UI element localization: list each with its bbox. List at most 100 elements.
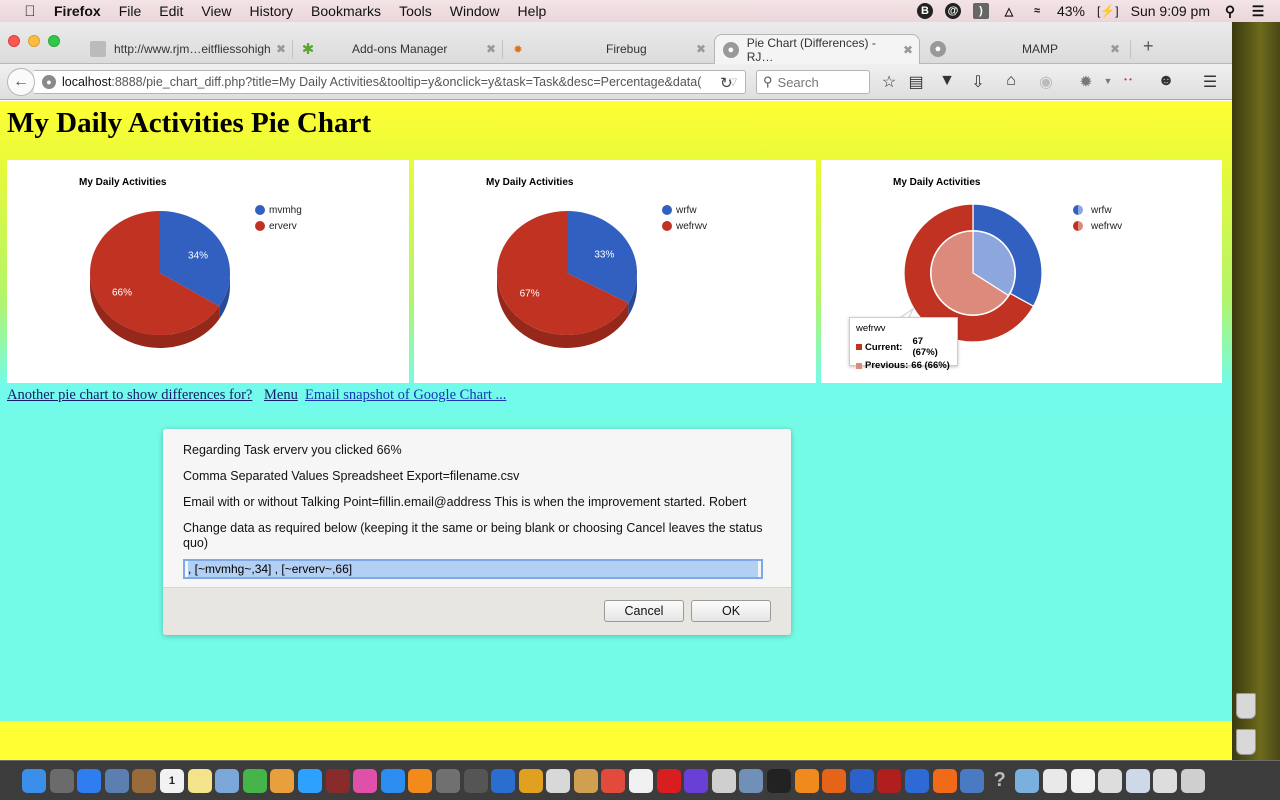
menu-file[interactable]: File bbox=[119, 3, 142, 19]
dock-unknown-icon[interactable] bbox=[573, 768, 598, 793]
legend-item[interactable]: erverv bbox=[255, 218, 302, 234]
legend-item[interactable]: wrfw bbox=[1073, 202, 1122, 218]
dock-launchpad-icon[interactable] bbox=[49, 768, 74, 793]
dock-notes-icon[interactable] bbox=[187, 768, 212, 793]
pie-chart-2-svg[interactable]: 33% 67% bbox=[414, 160, 816, 383]
wifi-icon[interactable]: ≈ bbox=[1029, 3, 1045, 19]
site-identity-icon[interactable]: ● bbox=[42, 75, 56, 89]
dock-imovie-icon[interactable] bbox=[684, 768, 709, 793]
dock-document-icon[interactable] bbox=[1070, 768, 1095, 793]
tab-rjm[interactable]: http://www.rjm…eitfliessohigh ✖ bbox=[90, 34, 286, 64]
minimize-window-button[interactable] bbox=[28, 35, 40, 47]
downloads-icon[interactable]: ⇩ bbox=[967, 72, 989, 92]
menu-app-firefox[interactable]: Firefox bbox=[54, 3, 101, 19]
bookmarks-menu-icon[interactable]: ▤ bbox=[905, 72, 927, 92]
dialog-data-input[interactable] bbox=[183, 559, 763, 579]
dock-itunes-icon[interactable] bbox=[353, 768, 378, 793]
tab-pie-chart-differences[interactable]: ● Pie Chart (Differences) - RJ… ✖ bbox=[714, 34, 920, 64]
dock-wiki-icon[interactable] bbox=[518, 768, 543, 793]
url-bar[interactable]: ● localhost:8888/pie_chart_diff.php?titl… bbox=[34, 70, 746, 94]
dock-opera-icon[interactable] bbox=[656, 768, 681, 793]
dock-preview-icon[interactable] bbox=[215, 768, 240, 793]
dock-app-store-icon[interactable] bbox=[380, 768, 405, 793]
apple-menu-icon[interactable]:  bbox=[20, 3, 40, 20]
notification-center-icon[interactable]: ☰ bbox=[1250, 3, 1266, 19]
dock-photo-booth-icon[interactable] bbox=[325, 768, 350, 793]
dock-finder-icon[interactable] bbox=[22, 768, 46, 793]
dock-textedit-icon[interactable] bbox=[629, 768, 654, 793]
hamburger-menu-icon[interactable]: ☰ bbox=[1199, 72, 1221, 92]
dock-avast-icon[interactable] bbox=[794, 768, 819, 793]
menu-history[interactable]: History bbox=[249, 3, 293, 19]
menu-view[interactable]: View bbox=[201, 3, 231, 19]
bluefish-status-icon[interactable]: B bbox=[916, 3, 933, 19]
pie-chart-1[interactable]: My Daily Activities 34% 66% mvmhg erverv bbox=[7, 160, 409, 383]
dock-screenshot-icon[interactable] bbox=[711, 768, 736, 793]
email-snapshot-link[interactable]: Email snapshot of Google Chart ... bbox=[305, 387, 506, 404]
bookmark-star-icon[interactable]: ☆ bbox=[878, 72, 900, 92]
close-tab-icon[interactable]: ✖ bbox=[486, 42, 496, 56]
dock-image-capture-icon[interactable] bbox=[739, 768, 764, 793]
dock-folder-icon[interactable] bbox=[1153, 768, 1178, 793]
dock-remote-desktop-icon[interactable] bbox=[960, 768, 985, 793]
legend-item[interactable]: wefrwv bbox=[1073, 218, 1122, 234]
close-tab-icon[interactable]: ✖ bbox=[903, 43, 913, 57]
dock-calendar-icon[interactable]: 1 bbox=[159, 768, 184, 793]
dock-chrome-icon[interactable] bbox=[601, 768, 626, 793]
tab-firebug[interactable]: ✹ Firebug ✖ bbox=[510, 34, 706, 64]
back-button[interactable]: ← bbox=[7, 68, 35, 96]
menu-tools[interactable]: Tools bbox=[399, 3, 432, 19]
legend-item[interactable]: wrfw bbox=[662, 202, 707, 218]
dock-trash-icon[interactable] bbox=[1180, 768, 1205, 793]
sync-icon[interactable]: ◉ bbox=[1035, 72, 1057, 92]
chat-icon[interactable]: ☻ bbox=[1155, 72, 1177, 90]
menu-link[interactable]: Menu bbox=[264, 387, 298, 404]
desktop-trash-icon[interactable] bbox=[1236, 693, 1256, 719]
spotlight-search-icon[interactable]: ⚲ bbox=[1222, 3, 1238, 19]
new-tab-button[interactable]: + bbox=[1143, 36, 1154, 57]
legend-item[interactable]: mvmhg bbox=[255, 202, 302, 218]
dock-script-editor-icon[interactable] bbox=[1042, 768, 1067, 793]
clock[interactable]: Sun 9:09 pm bbox=[1131, 3, 1210, 19]
pocket-icon[interactable]: ▼ bbox=[936, 72, 958, 90]
cancel-button[interactable]: Cancel bbox=[604, 600, 684, 622]
close-tab-icon[interactable]: ✖ bbox=[696, 42, 706, 56]
dock-filezilla-icon[interactable] bbox=[877, 768, 902, 793]
dock-mail-icon[interactable] bbox=[104, 768, 129, 793]
dock-folder-icon[interactable] bbox=[1125, 768, 1150, 793]
dock-terminal-icon[interactable] bbox=[767, 768, 792, 793]
dock-safari-icon[interactable] bbox=[77, 768, 102, 793]
pie-chart-1-svg[interactable]: 34% 66% bbox=[7, 160, 409, 383]
search-input[interactable]: ⚲ Search bbox=[756, 70, 870, 94]
battery-icon[interactable]: [⚡] bbox=[1097, 4, 1119, 18]
dock-contacts-icon[interactable] bbox=[132, 768, 157, 793]
audio-status-icon[interactable]: ) bbox=[972, 3, 989, 19]
home-icon[interactable]: ⌂ bbox=[1000, 72, 1022, 90]
diff-pie-chart[interactable]: My Daily Activities wrfw wefrwv wefrwv C… bbox=[821, 160, 1222, 383]
menu-help[interactable]: Help bbox=[518, 3, 547, 19]
dock-ibooks-icon[interactable] bbox=[408, 768, 433, 793]
dock-folder-icon[interactable] bbox=[1098, 768, 1123, 793]
dock-firefox-icon[interactable] bbox=[822, 768, 847, 793]
dock-messages-icon[interactable] bbox=[297, 768, 322, 793]
dock-system-preferences-icon[interactable] bbox=[435, 768, 460, 793]
dock-virtual-box-icon[interactable] bbox=[1015, 768, 1040, 793]
menu-window[interactable]: Window bbox=[450, 3, 500, 19]
dock-vlc-icon[interactable] bbox=[932, 768, 957, 793]
dock-gimp-icon[interactable] bbox=[463, 768, 488, 793]
sync-status-icon[interactable]: @ bbox=[944, 3, 961, 19]
dock-bluefish-icon[interactable] bbox=[849, 768, 874, 793]
menu-edit[interactable]: Edit bbox=[159, 3, 183, 19]
pie-chart-2[interactable]: My Daily Activities 33% 67% wrfw wefrwv bbox=[414, 160, 816, 383]
firebug-dropdown-icon[interactable]: ▼ bbox=[1097, 76, 1119, 86]
dock-photos-icon[interactable] bbox=[270, 768, 295, 793]
another-pie-chart-link[interactable]: Another pie chart to show differences fo… bbox=[7, 387, 252, 404]
close-tab-icon[interactable]: ✖ bbox=[276, 42, 286, 56]
ok-button[interactable]: OK bbox=[691, 600, 771, 622]
tab-addons-manager[interactable]: ✱ Add-ons Manager ✖ bbox=[300, 34, 496, 64]
dock-help-icon[interactable]: ? bbox=[988, 769, 1012, 793]
firebug-toolbar-icon[interactable]: ✹ bbox=[1075, 72, 1097, 92]
extension-dots-icon[interactable]: • • bbox=[1117, 75, 1139, 84]
airplay-icon[interactable]: △ bbox=[1001, 3, 1017, 19]
dock-facetime-icon[interactable] bbox=[242, 768, 267, 793]
